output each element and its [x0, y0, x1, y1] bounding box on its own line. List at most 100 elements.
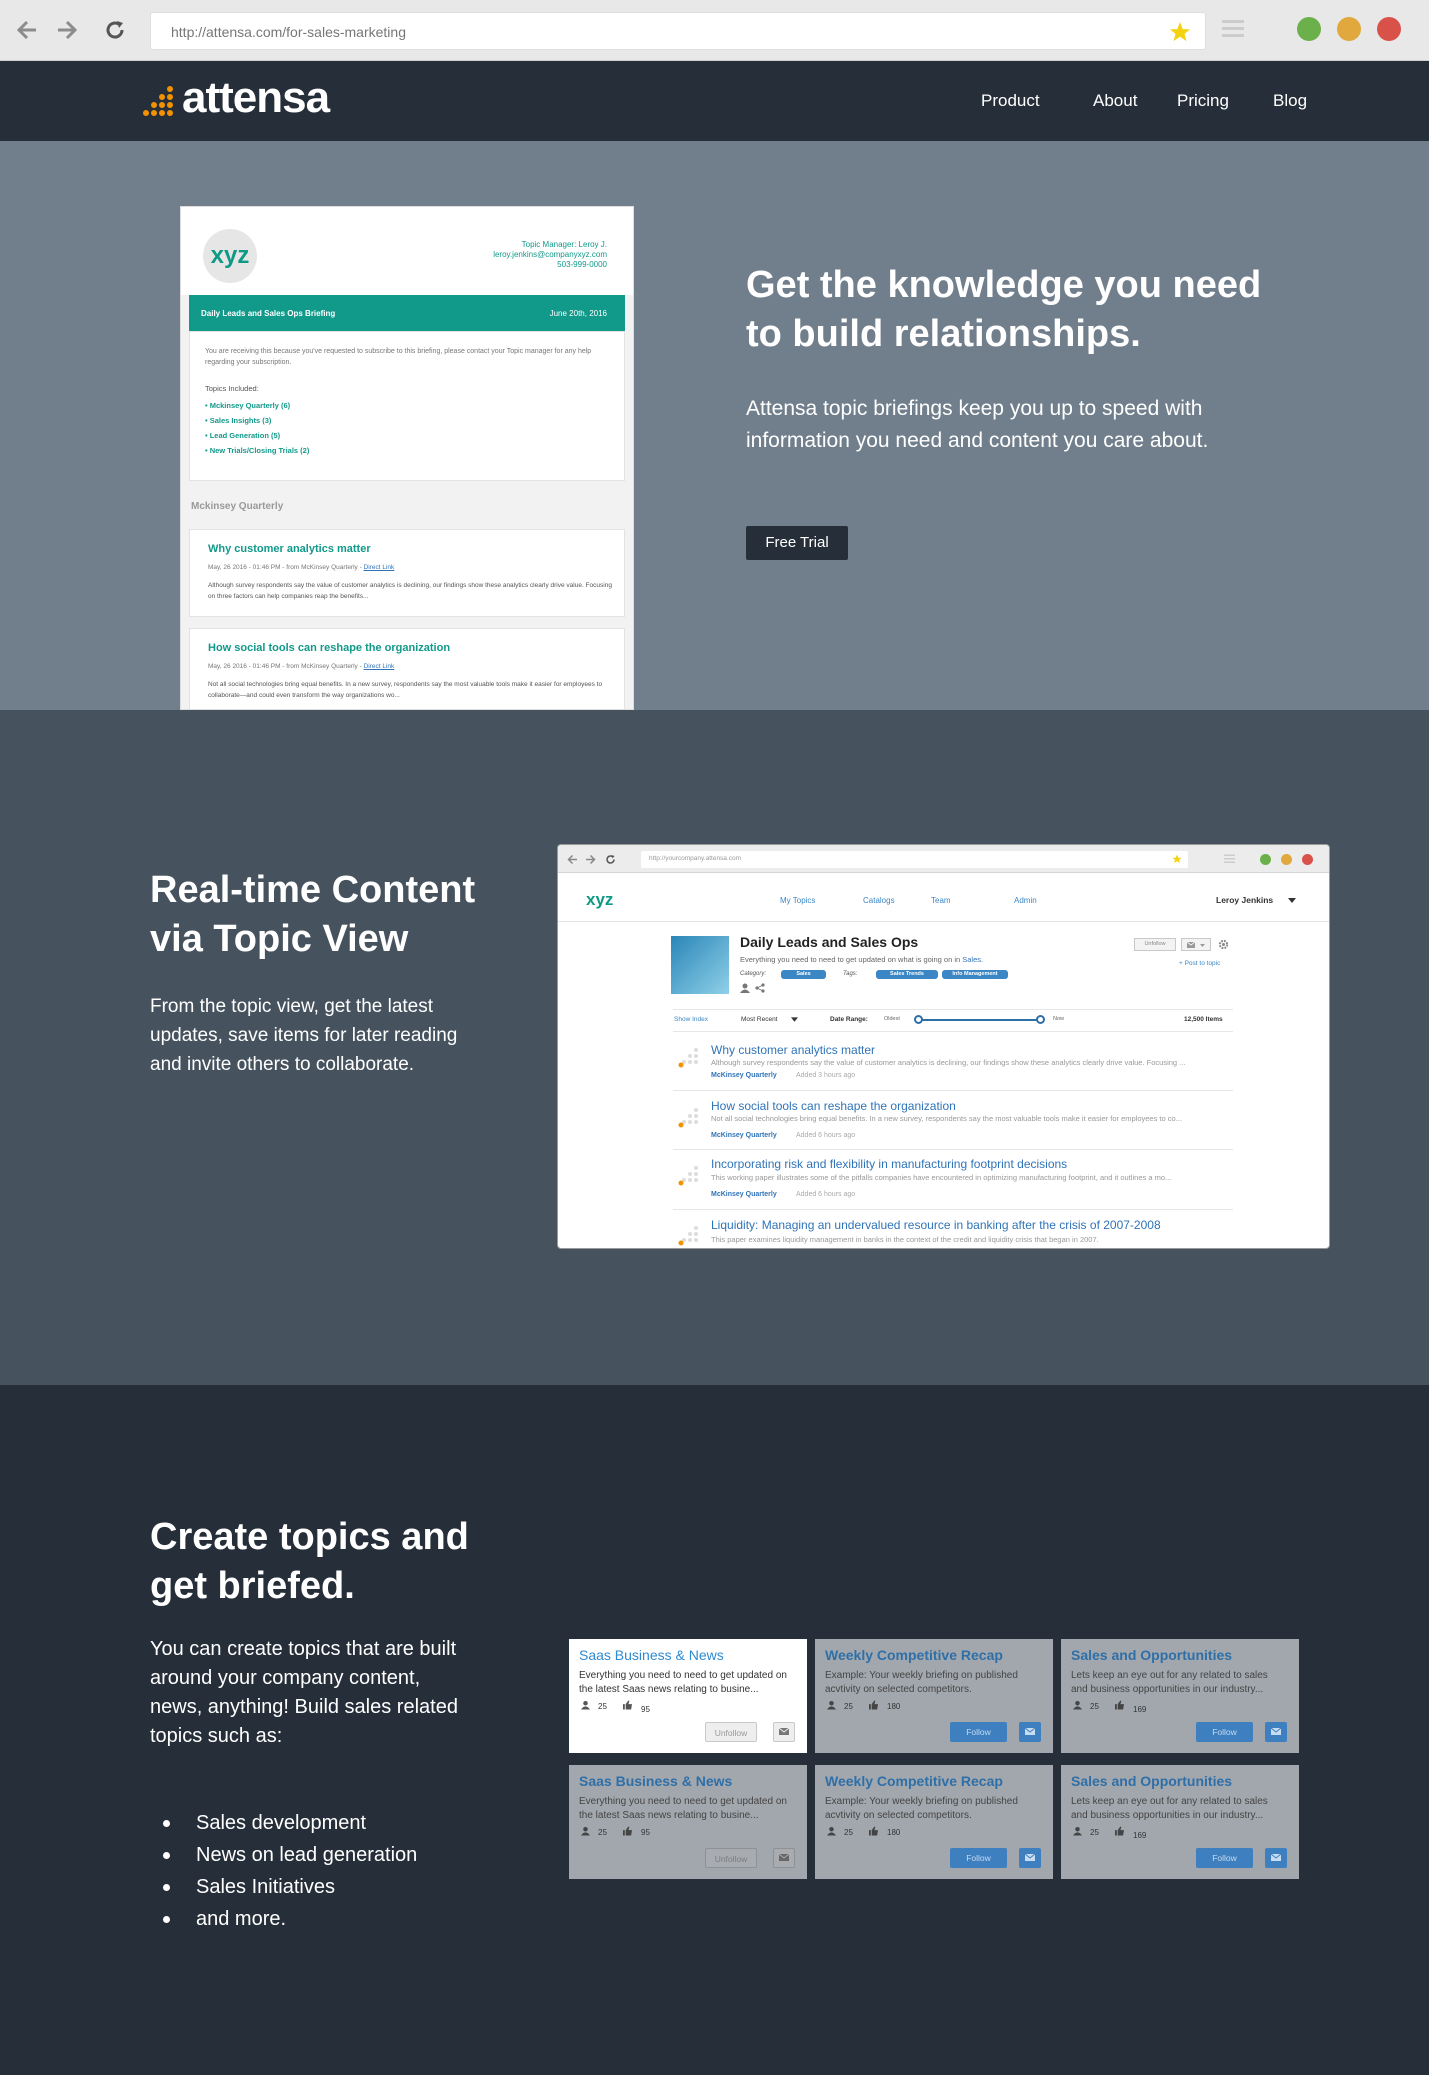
feed-item-title[interactable]: Liquidity: Managing an undervalued resou… — [711, 1218, 1161, 1232]
show-index-link[interactable]: Show Index — [674, 1016, 708, 1023]
address-bar-url[interactable]: http://attensa.com/for-sales-marketing — [171, 24, 406, 40]
brand-name[interactable]: attensa — [182, 73, 330, 123]
topic-link[interactable]: • Mckinsey Quarterly (6) — [205, 398, 309, 413]
feed-item-source[interactable]: McKinsey Quarterly — [711, 1132, 777, 1139]
unfollow-button[interactable]: Unfollow — [705, 1722, 757, 1742]
follow-button[interactable]: Follow — [950, 1722, 1007, 1742]
nav-link-about[interactable]: About — [1093, 91, 1137, 111]
refresh-icon[interactable] — [605, 854, 616, 865]
topic-card-title[interactable]: Weekly Competitive Recap — [825, 1773, 1003, 1789]
article-card: How social tools can reshape the organiz… — [189, 628, 625, 709]
topic-card-title[interactable]: Saas Business & News — [579, 1647, 724, 1663]
nav-link-pricing[interactable]: Pricing — [1177, 91, 1229, 111]
app-nav-my-topics[interactable]: My Topics — [780, 896, 815, 905]
topic-link[interactable]: • New Trials/Closing Trials (2) — [205, 443, 309, 458]
user-name[interactable]: Leroy Jenkins — [1216, 895, 1273, 905]
topic-card-title[interactable]: Sales and Opportunities — [1071, 1773, 1232, 1789]
follow-button[interactable]: Follow — [1196, 1848, 1253, 1868]
back-arrow-icon[interactable] — [567, 854, 578, 865]
nav-link-blog[interactable]: Blog — [1273, 91, 1307, 111]
create-topics-section: Create topics and get briefed. You can c… — [0, 1385, 1429, 2075]
email-subscribe-button[interactable] — [773, 1722, 795, 1742]
topic-card-title[interactable]: Sales and Opportunities — [1071, 1647, 1232, 1663]
feed-item-title[interactable]: How social tools can reshape the organiz… — [711, 1099, 956, 1113]
email-dropdown-button[interactable] — [1181, 938, 1211, 951]
post-to-topic-link[interactable]: + Post to topic — [1179, 960, 1220, 967]
unfollow-button[interactable]: Unfollow — [705, 1848, 757, 1868]
app-nav-admin[interactable]: Admin — [1014, 896, 1037, 905]
tags-label: Tags: — [843, 971, 858, 977]
free-trial-button[interactable]: Free Trial — [746, 526, 848, 560]
email-subscribe-button[interactable] — [773, 1848, 795, 1868]
app-logo[interactable]: xyz — [586, 890, 613, 910]
tag-pill[interactable]: Sales Trends — [876, 970, 938, 979]
address-bar[interactable]: http://attensa.com/for-sales-marketing — [150, 12, 1206, 50]
category-pill[interactable]: Sales — [781, 970, 826, 979]
refresh-icon[interactable] — [104, 19, 126, 41]
followers-icon[interactable] — [740, 983, 750, 993]
list-item: Sales development — [160, 1807, 417, 1839]
forward-arrow-icon[interactable] — [585, 854, 596, 865]
follow-button[interactable]: Follow — [950, 1848, 1007, 1868]
window-maximize-button[interactable] — [1297, 17, 1321, 41]
source-dots-icon — [678, 1047, 700, 1069]
bookmark-star-icon[interactable] — [1169, 21, 1191, 43]
back-arrow-icon[interactable] — [16, 19, 38, 41]
app-nav-team[interactable]: Team — [931, 896, 951, 905]
app-nav-catalogs[interactable]: Catalogs — [863, 896, 895, 905]
feed-item-source[interactable]: McKinsey Quarterly — [711, 1191, 777, 1198]
attensa-logo-dots-icon[interactable] — [143, 84, 179, 120]
address-bar[interactable]: http://yourcompany.attensa.com — [641, 851, 1188, 868]
article-title[interactable]: How social tools can reshape the organiz… — [208, 642, 450, 654]
direct-link[interactable]: Direct Link — [364, 663, 395, 670]
email-subscribe-button[interactable] — [1019, 1848, 1041, 1868]
feed-item-source[interactable]: McKinsey Quarterly — [711, 1072, 777, 1079]
topic-card[interactable]: Sales and Opportunities Lets keep an eye… — [1061, 1765, 1299, 1879]
window-minimize-button[interactable] — [1337, 17, 1361, 41]
topic-card[interactable]: Weekly Competitive Recap Example: Your w… — [815, 1765, 1053, 1879]
feed-item-title[interactable]: Why customer analytics matter — [711, 1043, 875, 1057]
chevron-down-icon[interactable] — [1288, 898, 1296, 903]
topic-card[interactable]: Sales and Opportunities Lets keep an eye… — [1061, 1639, 1299, 1753]
topic-title: Daily Leads and Sales Ops — [740, 934, 919, 950]
gear-icon[interactable] — [1218, 939, 1229, 950]
topic-card-title[interactable]: Saas Business & News — [579, 1773, 732, 1789]
direct-link[interactable]: Direct Link — [364, 564, 395, 571]
topic-card[interactable]: Saas Business & News Everything you need… — [569, 1639, 807, 1753]
list-item: Sales Initiatives — [160, 1871, 417, 1903]
article-title[interactable]: Why customer analytics matter — [208, 543, 371, 555]
topic-link[interactable]: • Lead Generation (5) — [205, 428, 309, 443]
topic-manager-phone: 503-999-0000 — [557, 260, 607, 269]
source-dots-icon — [678, 1165, 700, 1187]
bookmark-star-icon[interactable] — [1172, 854, 1182, 864]
date-range-slider-track[interactable] — [918, 1019, 1041, 1021]
topic-link[interactable]: • Sales Insights (3) — [205, 413, 309, 428]
forward-arrow-icon[interactable] — [56, 19, 78, 41]
email-subscribe-button[interactable] — [1019, 1722, 1041, 1742]
unfollow-button[interactable]: Unfollow — [1134, 938, 1176, 951]
chevron-down-icon[interactable] — [791, 1017, 798, 1022]
topic-manager-email[interactable]: leroy.jenkins@companyxyz.com — [493, 250, 607, 260]
follow-button[interactable]: Follow — [1196, 1722, 1253, 1742]
sort-dropdown[interactable]: Most Recent — [741, 1016, 778, 1023]
site-header: attensa Product About Pricing Blog — [0, 61, 1429, 141]
topic-card[interactable]: Weekly Competitive Recap Example: Your w… — [815, 1639, 1053, 1753]
tag-pill[interactable]: Info Management — [942, 970, 1008, 979]
window-close-button[interactable] — [1302, 854, 1313, 865]
window-maximize-button[interactable] — [1260, 854, 1271, 865]
menu-icon[interactable] — [1224, 854, 1235, 864]
address-bar-url[interactable]: http://yourcompany.attensa.com — [649, 855, 741, 862]
nav-link-product[interactable]: Product — [981, 91, 1040, 111]
window-close-button[interactable] — [1377, 17, 1401, 41]
email-subscribe-button[interactable] — [1265, 1848, 1287, 1868]
email-subscribe-button[interactable] — [1265, 1722, 1287, 1742]
date-range-handle-start[interactable] — [914, 1015, 923, 1024]
topic-card[interactable]: Saas Business & News Everything you need… — [569, 1765, 807, 1879]
window-minimize-button[interactable] — [1281, 854, 1292, 865]
menu-icon[interactable] — [1222, 19, 1244, 39]
feed-item-title[interactable]: Incorporating risk and flexibility in ma… — [711, 1157, 1067, 1171]
date-range-handle-end[interactable] — [1036, 1015, 1045, 1024]
topic-card-title[interactable]: Weekly Competitive Recap — [825, 1647, 1003, 1663]
app-browser-chrome: http://yourcompany.attensa.com — [558, 845, 1329, 873]
share-icon[interactable] — [755, 983, 765, 993]
